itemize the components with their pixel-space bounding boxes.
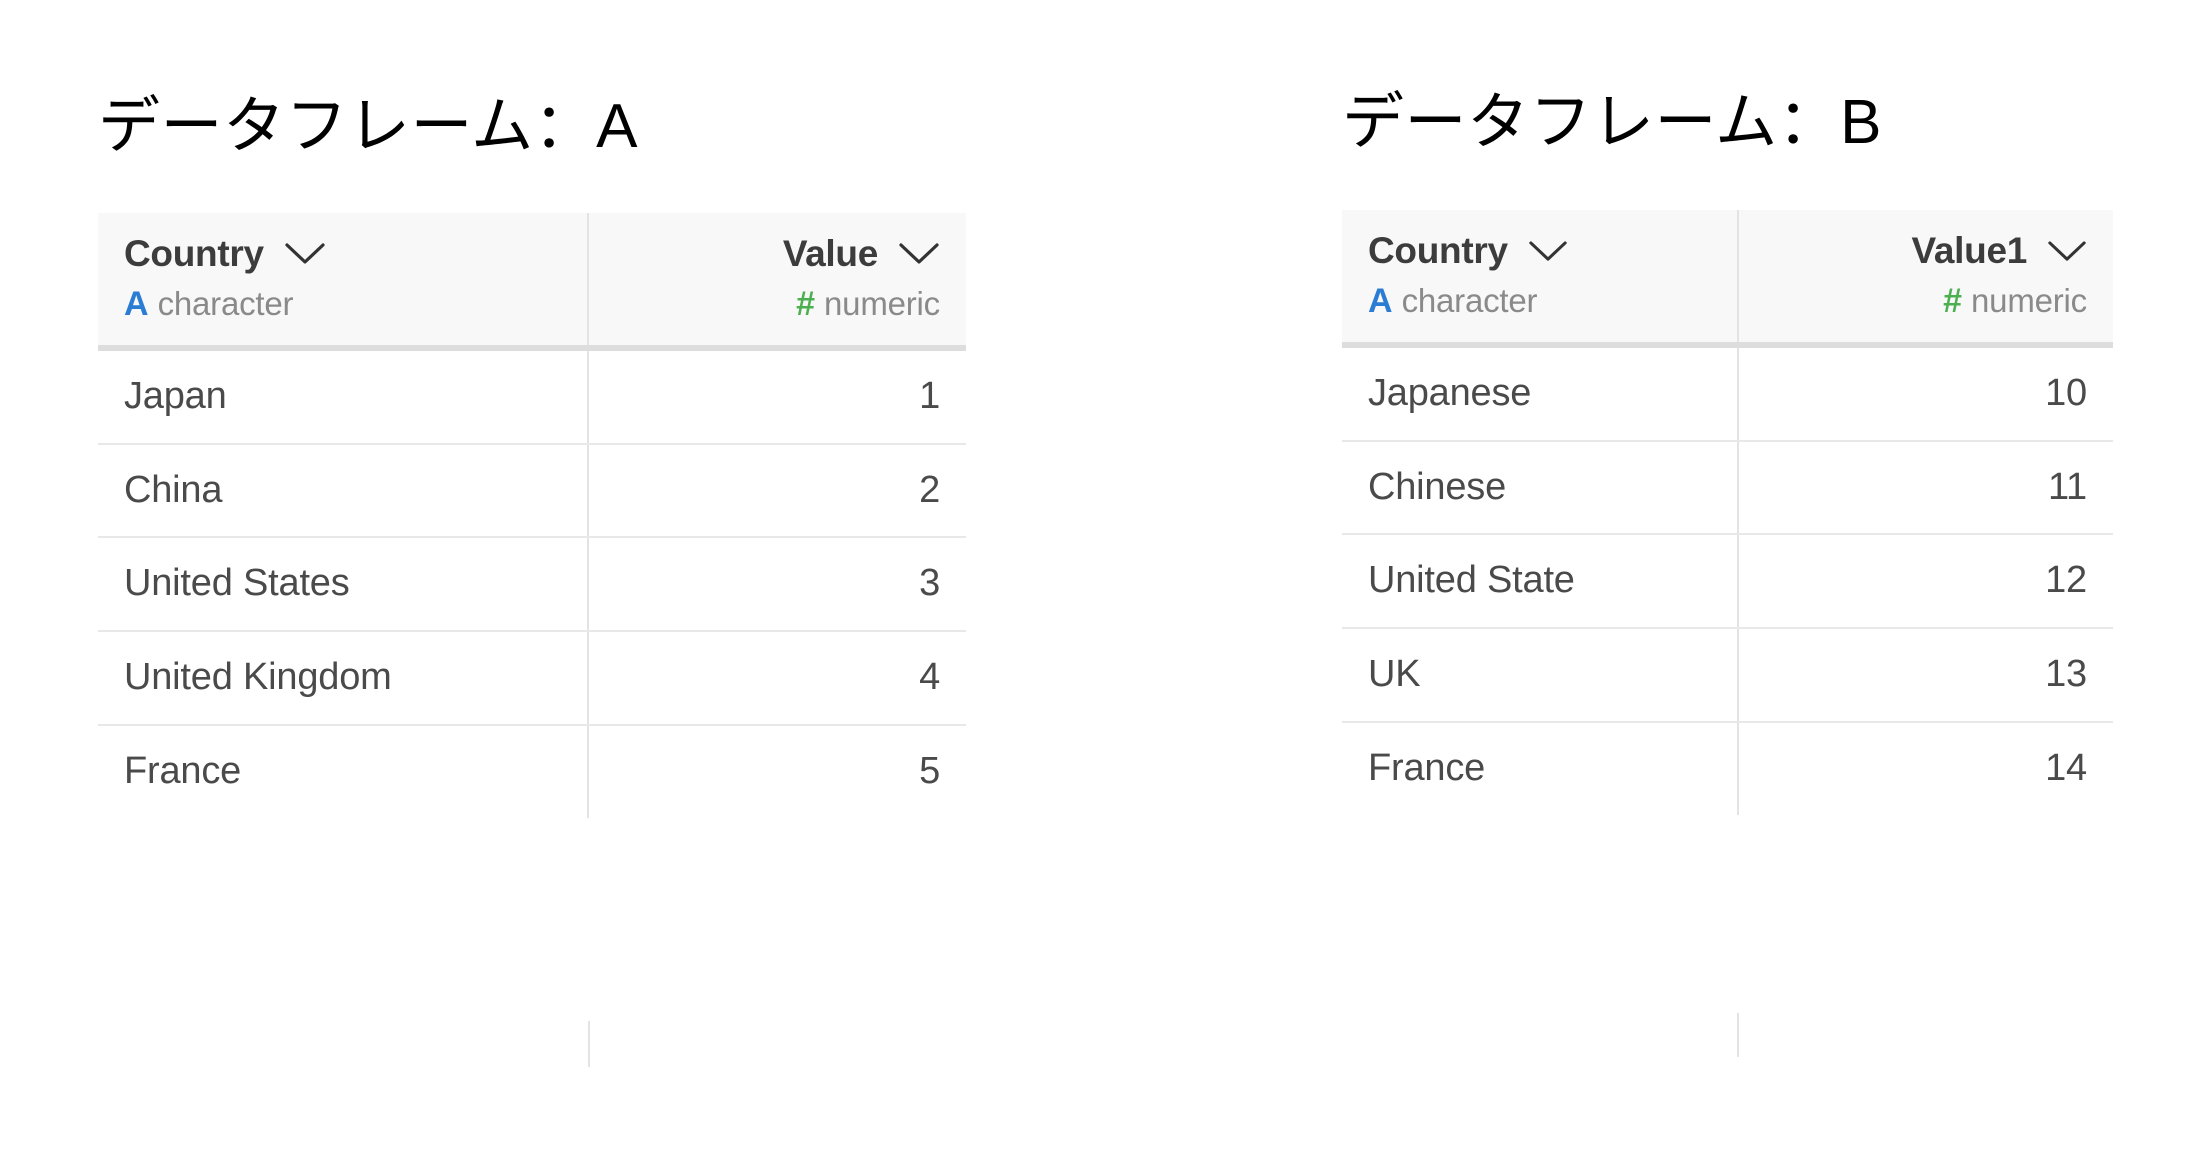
column-type-label: character [157,284,294,322]
cell-text: 3 [919,562,940,605]
numeric-type-icon: # [1943,281,1963,320]
cell-text: 5 [919,750,940,793]
cell-country: France [1342,722,1738,815]
chevron-down-icon[interactable] [898,241,940,267]
cell-value: 1 [587,347,966,445]
cell-text: UK [1368,653,1421,696]
dataframe-b-tbody: Japanese 10 Chinese 11 United State 12 U… [1342,344,2113,815]
character-type-icon: A [1368,281,1393,320]
cell-value1: 12 [1737,534,2113,630]
table-row[interactable]: UK 13 [1342,628,2113,724]
column-header-value[interactable]: Value # numeric [587,213,966,351]
column-header-country[interactable]: Country A character [1342,210,1738,348]
cell-text: 12 [2045,559,2087,602]
dataframe-b-thead: Country A character Value1 # numeric [1342,210,2113,348]
cell-text: United State [1368,559,1575,602]
table-row[interactable]: France 14 [1342,722,2113,815]
cell-country: China [98,443,588,539]
cell-country: UK [1342,628,1738,724]
cell-country: United States [98,537,588,633]
cell-country: United State [1342,534,1738,630]
column-header-value1[interactable]: Value1 # numeric [1737,210,2113,348]
cell-country: France [98,725,588,818]
cell-value: 3 [587,537,966,633]
cell-text: 11 [2047,465,2087,508]
cell-text: 2 [919,468,940,511]
cell-text: United Kingdom [124,656,392,699]
column-divider-tail-b [1737,1013,1739,1057]
character-type-icon: A [124,284,149,323]
chevron-down-icon[interactable] [284,241,326,267]
cell-text: Japan [124,374,227,417]
table-header-row: Country A character [1342,210,2113,348]
cell-country: United Kingdom [98,631,588,727]
dataframe-b-title: データフレーム：B [1342,88,1882,157]
cell-text: Chinese [1368,465,1507,508]
column-divider-tail-a [588,1021,590,1067]
cell-text: 1 [919,374,940,417]
table-row[interactable]: United State 12 [1342,534,2113,630]
numeric-type-icon: # [796,284,816,323]
cell-value: 2 [587,443,966,539]
chevron-down-icon[interactable] [2047,239,2087,264]
cell-country: Japan [98,347,588,445]
cell-value1: 10 [1737,344,2113,442]
cell-text: Japanese [1368,371,1532,414]
cell-text: 13 [2045,653,2087,696]
table-row[interactable]: France 5 [98,725,966,818]
chevron-down-icon[interactable] [1528,239,1568,264]
cell-value1: 13 [1737,628,2113,724]
column-type-label: numeric [824,284,940,322]
table-row[interactable]: United States 3 [98,537,966,633]
table-row[interactable]: United Kingdom 4 [98,631,966,727]
cell-value1: 14 [1737,722,2113,815]
dataframe-a-table: Country A character Value # numeric Japa… [98,213,966,818]
column-type-label: character [1401,281,1538,319]
column-header-label: Value [782,233,878,274]
page-canvas: データフレーム：A Country A character Value # nu… [0,0,2212,1174]
dataframe-b-table: Country A character Value1 # numeric Jap… [1342,210,2113,815]
table-row[interactable]: Chinese 11 [1342,440,2113,536]
table-row[interactable]: Japanese 10 [1342,344,2113,442]
dataframe-a-title: データフレーム：A [98,92,638,161]
cell-text: 10 [2045,371,2087,414]
cell-text: 4 [919,656,940,699]
dataframe-panel-b: データフレーム：B Country A character Value1 # n… [1342,92,2113,815]
dataframe-a-thead: Country A character Value # numeric [98,213,966,351]
cell-text: United States [124,562,350,605]
dataframe-a-tbody: Japan 1 China 2 United States 3 United K… [98,347,966,818]
cell-text: China [124,468,223,511]
table-header-row: Country A character [98,213,966,351]
column-type-label: numeric [1971,281,2087,319]
cell-value: 5 [587,725,966,818]
column-header-label: Country [124,233,264,274]
cell-country: Chinese [1342,440,1738,536]
cell-text: 14 [2045,747,2087,790]
column-header-label: Country [1368,230,1508,271]
cell-value: 4 [587,631,966,727]
table-row[interactable]: China 2 [98,443,966,539]
cell-country: Japanese [1342,344,1738,442]
cell-text: France [124,750,242,793]
column-header-country[interactable]: Country A character [98,213,588,351]
cell-value1: 11 [1737,440,2113,536]
table-row[interactable]: Japan 1 [98,347,966,445]
dataframe-panel-a: データフレーム：A Country A character Value # nu… [98,96,966,818]
cell-text: France [1368,747,1486,790]
column-header-label: Value1 [1911,230,2028,271]
